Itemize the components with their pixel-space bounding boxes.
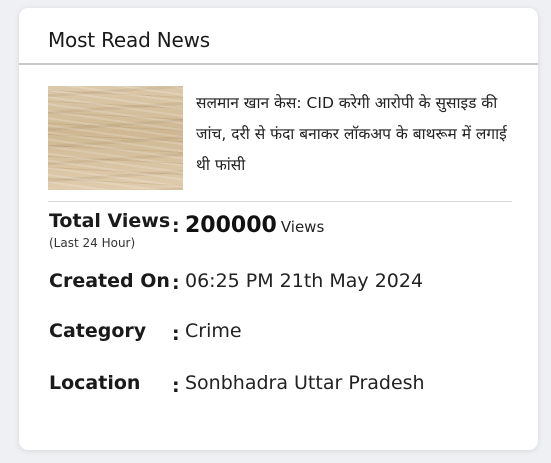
location-label: Location (49, 372, 141, 394)
created-on-label: Created On (49, 270, 170, 292)
total-views-count: 200000 (185, 213, 277, 238)
total-views-colon: : (172, 215, 180, 237)
title-divider (19, 63, 538, 65)
wood-texture-thumbnail[interactable] (48, 86, 183, 190)
location-colon: : (172, 375, 180, 397)
category-label: Category (49, 320, 147, 342)
total-views-value: 200000 Views (185, 213, 324, 238)
item-divider (48, 201, 512, 202)
category-colon: : (172, 323, 180, 345)
most-read-news-card: Most Read News सलमान खान केस: CID करेगी … (19, 8, 538, 450)
created-on-colon: : (172, 272, 180, 294)
card-title: Most Read News (48, 28, 210, 52)
location-value: Sonbhadra Uttar Pradesh (185, 372, 425, 394)
total-views-sublabel: (Last 24 Hour) (49, 236, 136, 250)
news-headline-link[interactable]: सलमान खान केस: CID करेगी आरोपी के सुसाइड… (196, 88, 521, 181)
created-on-value: 06:25 PM 21th May 2024 (185, 270, 424, 292)
total-views-label: Total Views (49, 210, 171, 232)
total-views-unit: Views (280, 218, 325, 236)
category-value: Crime (185, 320, 242, 342)
